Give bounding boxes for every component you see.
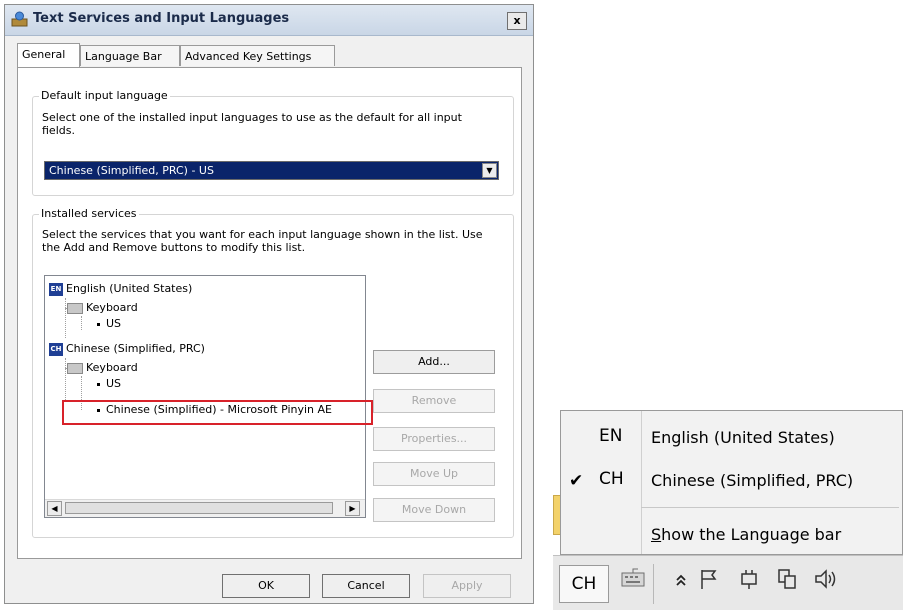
tree-item-chinese-us-label: US — [106, 377, 122, 390]
tab-general[interactable]: General — [17, 43, 80, 67]
language-menu: EN English (United States) ✔ CH Chinese … — [560, 410, 903, 555]
menu-item-chinese[interactable]: ✔ CH Chinese (Simplified, PRC) — [561, 461, 902, 499]
installed-services-group-title: Installed services — [39, 207, 139, 220]
add-button[interactable]: Add... — [373, 350, 495, 374]
tree-item-english-us[interactable]: US — [97, 317, 121, 331]
dialog-title: Text Services and Input Languages — [33, 11, 290, 26]
scroll-left-icon[interactable]: ◀ — [47, 501, 62, 516]
menu-item-english[interactable]: EN English (United States) — [561, 418, 902, 456]
language-indicator-button[interactable]: CH — [559, 565, 609, 603]
default-input-description: Select one of the installed input langua… — [42, 111, 462, 137]
installed-services-description: Select the services that you want for ea… — [42, 228, 483, 254]
keyboard-globe-icon — [11, 11, 28, 27]
bullet-icon — [97, 382, 100, 386]
taskbar-notification-area: CH — [553, 555, 903, 610]
default-input-selected-value: Chinese (Simplified, PRC) - US — [49, 164, 214, 177]
dropdown-arrow-icon[interactable]: ▼ — [482, 163, 497, 178]
scroll-thumb[interactable] — [65, 502, 333, 514]
title-bar[interactable]: Text Services and Input Languages x — [5, 5, 533, 36]
power-plug-icon[interactable] — [733, 567, 765, 599]
accelerator-letter: S — [651, 525, 662, 544]
menu-item-show-language-bar-rest: how the Language bar — [661, 525, 842, 544]
scroll-right-icon[interactable]: ▶ — [345, 501, 360, 516]
en-language-badge-icon: EN — [49, 282, 63, 296]
keyboard-icon — [67, 302, 83, 314]
remove-button[interactable]: Remove — [373, 389, 495, 413]
tree-item-chinese-label: Chinese (Simplified, PRC) — [66, 342, 205, 355]
apply-button[interactable]: Apply — [423, 574, 511, 598]
tree-item-chinese-us[interactable]: US — [97, 377, 121, 391]
ok-button[interactable]: OK — [222, 574, 310, 598]
ch-language-badge-icon: CH — [49, 342, 63, 356]
tree-item-english-keyboard-label: Keyboard — [86, 301, 138, 314]
volume-speaker-icon[interactable] — [811, 567, 843, 599]
keyboard-icon[interactable] — [617, 567, 649, 599]
tab-language-bar[interactable]: Language Bar — [80, 45, 180, 66]
tree-item-english-keyboard[interactable]: Keyboard — [67, 301, 138, 315]
tab-advanced-key-settings[interactable]: Advanced Key Settings — [180, 45, 335, 66]
action-center-flag-icon[interactable] — [693, 567, 725, 599]
menu-item-show-language-bar-label: Show the Language bar — [651, 525, 841, 544]
close-button[interactable]: x — [507, 12, 527, 30]
default-input-language-select[interactable]: Chinese (Simplified, PRC) - US ▼ — [44, 161, 499, 180]
tree-item-english[interactable]: EN English (United States) — [49, 282, 192, 296]
menu-item-chinese-label: Chinese (Simplified, PRC) — [651, 471, 854, 490]
taskbar-divider — [653, 564, 654, 604]
move-up-button[interactable]: Move Up — [373, 462, 495, 486]
tree-item-chinese[interactable]: CH Chinese (Simplified, PRC) — [49, 342, 205, 356]
menu-item-chinese-code: CH — [599, 469, 624, 489]
menu-item-show-language-bar[interactable]: Show the Language bar — [561, 515, 902, 553]
tree-item-chinese-keyboard[interactable]: Keyboard — [67, 361, 138, 375]
highlight-annotation-box — [62, 400, 373, 425]
properties-button[interactable]: Properties... — [373, 427, 495, 451]
tree-horizontal-scrollbar[interactable]: ◀ ▶ — [45, 499, 365, 517]
tree-item-english-us-label: US — [106, 317, 122, 330]
bullet-icon — [97, 322, 100, 326]
move-down-button[interactable]: Move Down — [373, 498, 495, 522]
installed-services-tree[interactable]: EN English (United States) Keyboard US CH… — [44, 275, 366, 518]
menu-item-english-label: English (United States) — [651, 428, 835, 447]
checkmark-icon: ✔ — [569, 471, 584, 491]
default-input-group-title: Default input language — [39, 89, 170, 102]
menu-item-english-code: EN — [599, 426, 623, 446]
tree-item-english-label: English (United States) — [66, 282, 193, 295]
menu-separator — [641, 507, 899, 508]
cancel-button[interactable]: Cancel — [322, 574, 410, 598]
keyboard-icon — [67, 362, 83, 374]
tree-item-chinese-keyboard-label: Keyboard — [86, 361, 138, 374]
network-icon[interactable] — [771, 567, 803, 599]
